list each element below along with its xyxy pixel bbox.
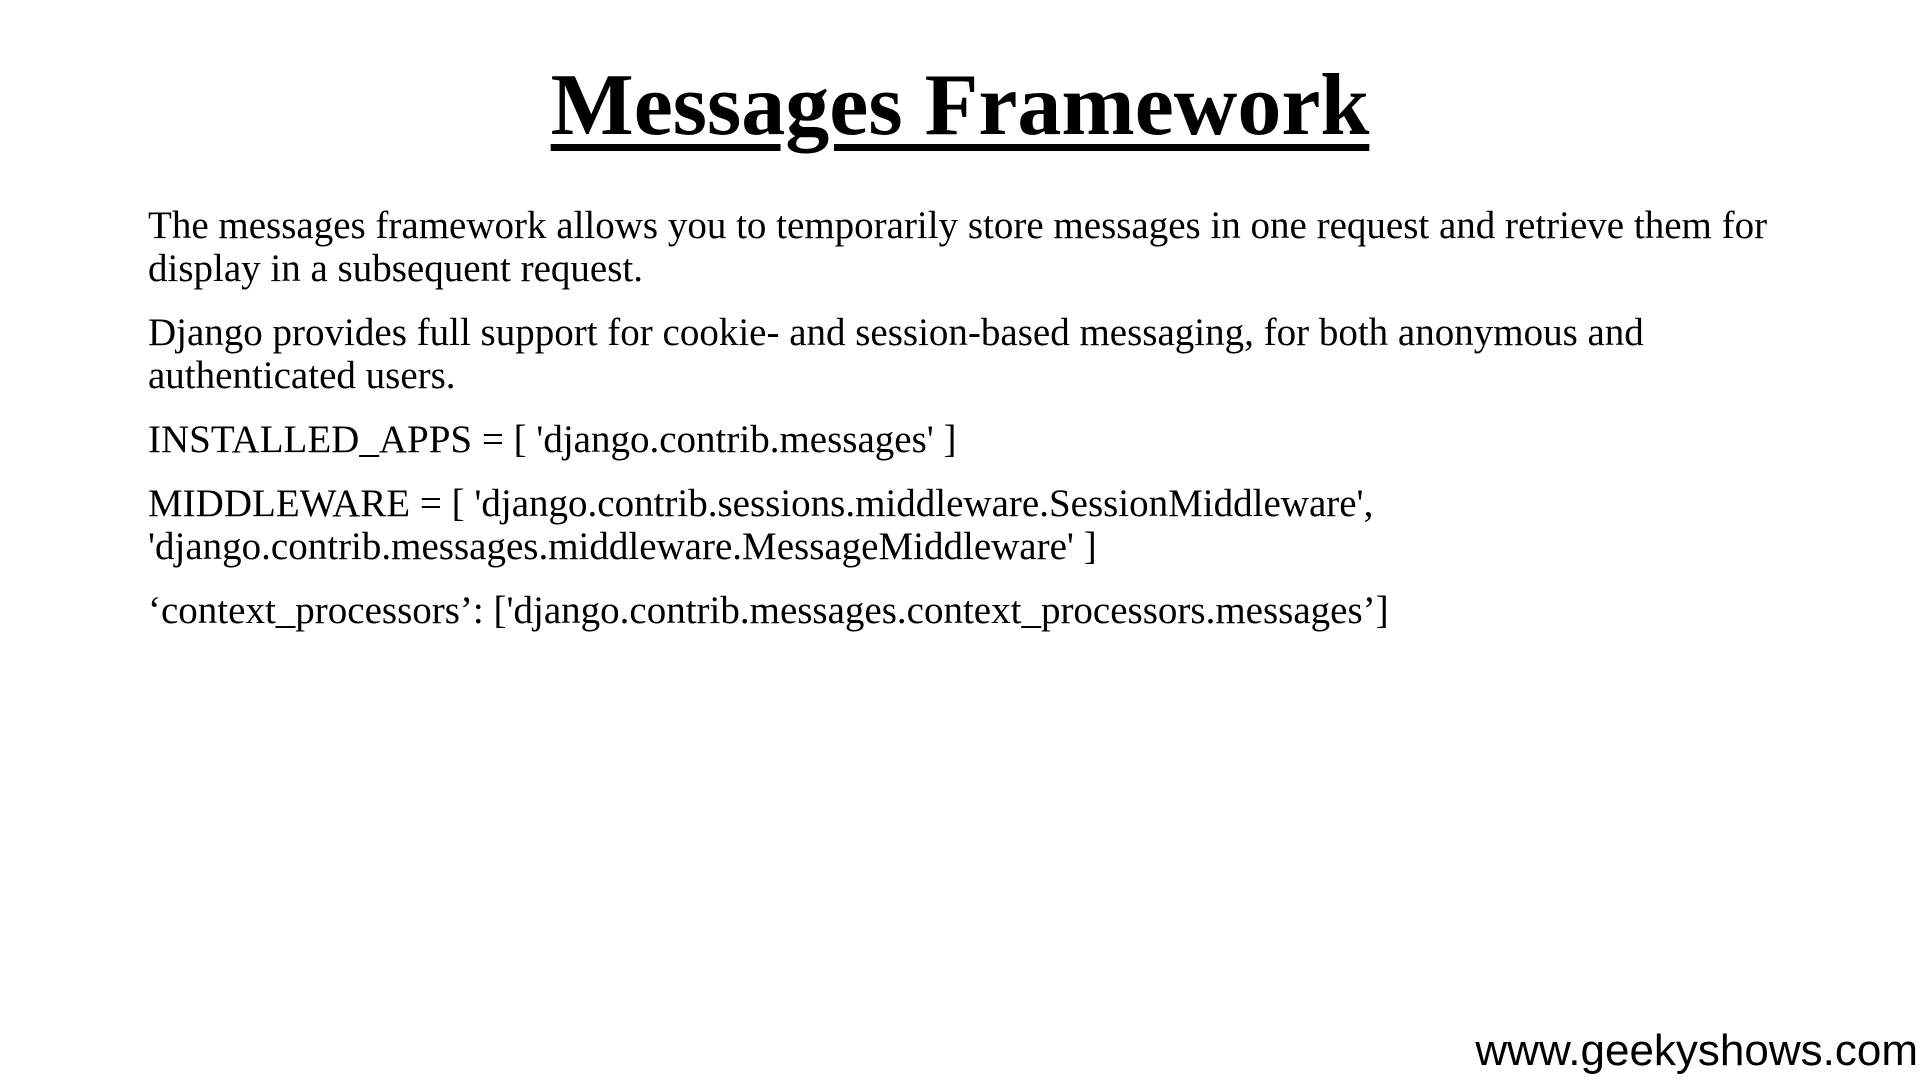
support-paragraph: Django provides full support for cookie-… [148, 311, 1644, 397]
website-footer: www.geekyshows.com [1475, 1026, 1918, 1075]
context-processors-line: ‘context_processors’: ['django.contrib.m… [148, 589, 1389, 632]
intro-paragraph: The messages framework allows you to tem… [148, 204, 1768, 290]
slide: Messages Framework The messages framewor… [0, 0, 1920, 1080]
slide-title: Messages Framework [550, 57, 1370, 154]
installed-apps-line: INSTALLED_APPS = [ 'django.contrib.messa… [148, 418, 957, 461]
middleware-line: MIDDLEWARE = [ 'django.contrib.sessions.… [148, 482, 1374, 568]
slide-body: The messages framework allows you to tem… [148, 204, 1788, 653]
